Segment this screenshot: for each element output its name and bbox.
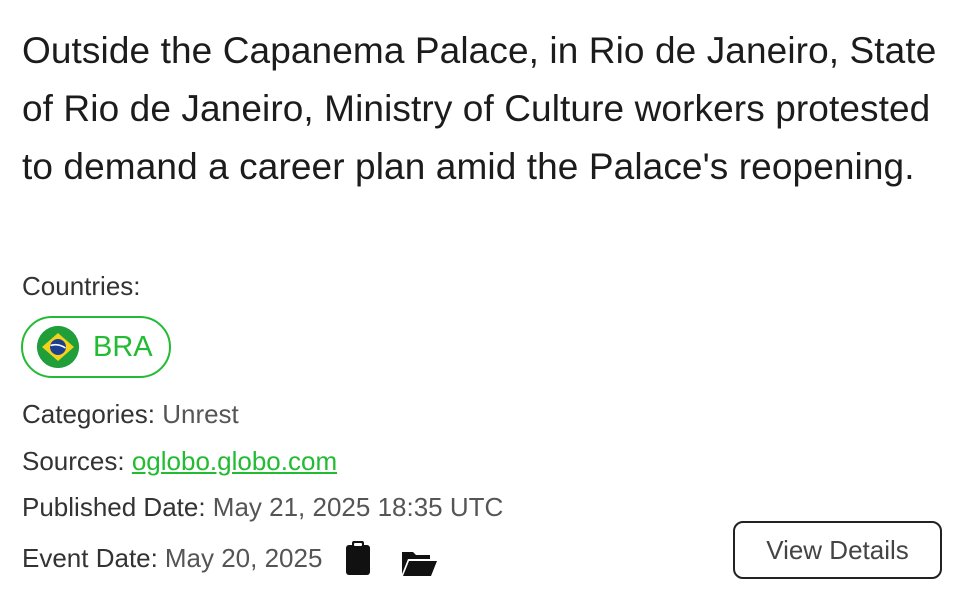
sources-label: Sources: [22,446,125,476]
event-card: Outside the Capanema Palace, in Rio de J… [0,0,960,596]
country-chip-bra[interactable]: BRA [21,316,171,378]
brazil-flag-icon [37,326,79,368]
categories-value: Unrest [162,399,239,429]
event-date-label: Event Date: [22,543,158,573]
published-value: May 21, 2025 18:35 UTC [212,492,504,522]
categories-label: Categories: [22,399,155,429]
country-code: BRA [93,330,153,363]
source-link[interactable]: oglobo.globo.com [132,446,337,476]
sources-row: Sources: oglobo.globo.com [22,446,337,476]
published-label: Published Date: [22,492,206,522]
published-row: Published Date: May 21, 2025 18:35 UTC [22,492,503,522]
categories-row: Categories: Unrest [22,399,239,429]
clipboard-icon[interactable] [344,540,372,576]
countries-label: Countries: [22,271,141,301]
folder-open-icon[interactable] [400,548,438,578]
event-date-value: May 20, 2025 [164,543,323,573]
event-headline: Outside the Capanema Palace, in Rio de J… [22,30,937,187]
view-details-button[interactable]: View Details [733,521,942,579]
event-date-row: Event Date: May 20, 2025 [22,538,438,578]
